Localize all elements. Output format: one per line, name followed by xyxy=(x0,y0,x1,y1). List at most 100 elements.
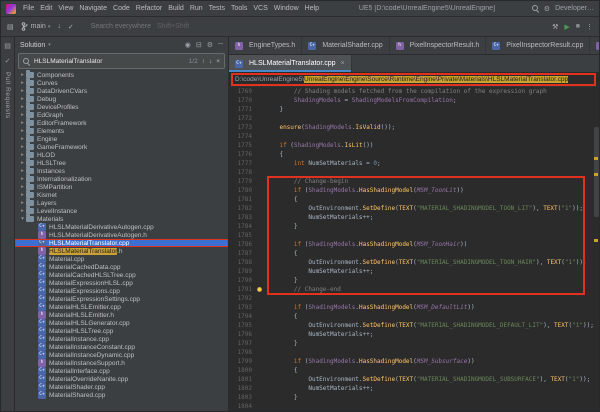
tab-hlslmaterialtranslator-cpp[interactable]: C+ HLSLMaterialTranslator.cpp × xyxy=(229,55,352,72)
editor-scrollbar[interactable] xyxy=(594,127,599,217)
tree-item-internationalization[interactable]: ▸Internationalization xyxy=(15,175,228,183)
menu-window[interactable]: Window xyxy=(271,5,302,12)
code-editor[interactable]: 1769 // Shading models fetched from the … xyxy=(229,87,599,412)
menu-help[interactable]: Help xyxy=(302,5,322,12)
chevron-right-icon[interactable]: ▸ xyxy=(19,128,26,134)
chevron-right-icon[interactable]: ▸ xyxy=(19,168,26,174)
hide-panel-icon[interactable]: ─ xyxy=(218,41,223,49)
chevron-down-icon[interactable]: ▾ xyxy=(19,216,26,222)
tree-item-gameframework[interactable]: ▸GameFramework xyxy=(15,143,228,151)
tree-item-materialshader.cpp[interactable]: C+MaterialShader.cpp xyxy=(15,383,228,391)
tree-item-materialcachedhlsltree.cpp[interactable]: C+MaterialCachedHLSLTree.cpp xyxy=(15,271,228,279)
tree-item-material.cpp[interactable]: C+Material.cpp xyxy=(15,255,228,263)
menu-navigate[interactable]: Navigate xyxy=(76,5,110,12)
commit-icon[interactable]: ✓ xyxy=(68,23,74,31)
tree-item-materialexpressionhlsl.cpp[interactable]: C+MaterialExpressionHLSL.cpp xyxy=(15,279,228,287)
tree-item-edgraph[interactable]: ▸EdGraph xyxy=(15,111,228,119)
explorer-search-input[interactable]: HLSLMaterialTranslator xyxy=(34,58,185,65)
tree-item-materialhlslemitter.cpp[interactable]: C+MaterialHLSLEmitter.cpp xyxy=(15,303,228,311)
menu-build[interactable]: Build xyxy=(165,5,187,12)
solution-explorer-icon[interactable]: ▤ xyxy=(4,42,11,50)
tree-item-hlod[interactable]: ▸HLOD xyxy=(15,151,228,159)
tree-item-materialinstancedynamic.cpp[interactable]: C+MaterialInstanceDynamic.cpp xyxy=(15,351,228,359)
stripe-mark[interactable] xyxy=(594,239,598,242)
tree-item-materialcacheddata.cpp[interactable]: C+MaterialCachedData.cpp xyxy=(15,263,228,271)
tree-item-kismet[interactable]: ▸Kismet xyxy=(15,191,228,199)
tree-item-datadrivencvars[interactable]: ▸DataDrivenCVars xyxy=(15,87,228,95)
tree-item-materialhlslgenerator.cpp[interactable]: C+MaterialHLSLGenerator.cpp xyxy=(15,319,228,327)
more-icon[interactable]: ⋮ xyxy=(586,23,593,31)
breadcrumb[interactable]: D:\code\UnrealEngine5\UnrealEngine\Engin… xyxy=(229,73,599,87)
menu-tools[interactable]: Tools xyxy=(228,5,250,12)
settings-icon[interactable]: ⚙ xyxy=(207,41,213,49)
pull-requests-tool-button[interactable]: Pull Requests xyxy=(4,72,11,119)
tree-item-debug[interactable]: ▸Debug xyxy=(15,95,228,103)
stop-icon[interactable]: ■ xyxy=(576,23,580,30)
chevron-right-icon[interactable]: ▸ xyxy=(19,136,26,142)
tree-item-hlslmaterialderivativeautogen.h[interactable]: hHLSLMaterialDerivativeAutogen.h xyxy=(15,231,228,239)
next-match-icon[interactable]: ↓ xyxy=(209,58,212,65)
tree-item-hlslmaterialderivativeautogen.cpp[interactable]: C+HLSLMaterialDerivativeAutogen.cpp xyxy=(15,223,228,231)
tree-item-hlslmaterialtranslator.h[interactable]: hHLSLMaterialTranslator.h xyxy=(15,247,228,255)
tree-item-curves[interactable]: ▸Curves xyxy=(15,79,228,87)
tree-item-materialshared.cpp[interactable]: C+MaterialShared.cpp xyxy=(15,391,228,399)
chevron-right-icon[interactable]: ▸ xyxy=(19,184,26,190)
tree-item-materialinstanceconstant.cpp[interactable]: C+MaterialInstanceConstant.cpp xyxy=(15,343,228,351)
chevron-right-icon[interactable]: ▸ xyxy=(19,152,26,158)
chevron-right-icon[interactable]: ▸ xyxy=(19,144,26,150)
tab-pixelinspectorresult.h[interactable]: hPixelInspectorResult.h xyxy=(390,37,487,54)
tree-item-materialhlsltree.cpp[interactable]: C+MaterialHLSLTree.cpp xyxy=(15,327,228,335)
tree-item-materialoverridenanite.cpp[interactable]: C+MaterialOverrideNanite.cpp xyxy=(15,375,228,383)
chevron-right-icon[interactable]: ▸ xyxy=(19,208,26,214)
tab-pixelinspectorresult.cpp[interactable]: C+PixelInspectorResult.cpp xyxy=(486,37,590,54)
tree-item-ismpartition[interactable]: ▸ISMPartition xyxy=(15,183,228,191)
chevron-right-icon[interactable]: ▸ xyxy=(19,176,26,182)
tree-item-materialinstancesupport.h[interactable]: hMaterialInstanceSupport.h xyxy=(15,359,228,367)
git-branch-widget[interactable]: main ▾ xyxy=(21,22,51,31)
close-search-icon[interactable]: × xyxy=(216,58,220,65)
locate-file-icon[interactable]: ◉ xyxy=(185,41,191,49)
tree-item-engine[interactable]: ▸Engine xyxy=(15,135,228,143)
chevron-right-icon[interactable]: ▸ xyxy=(19,200,26,206)
tree-item-materials[interactable]: ▾Materials xyxy=(15,215,228,223)
intention-bulb-icon[interactable] xyxy=(257,287,262,292)
tree-item-materialinterface.cpp[interactable]: C+MaterialInterface.cpp xyxy=(15,367,228,375)
chevron-right-icon[interactable]: ▸ xyxy=(19,192,26,198)
stripe-mark[interactable] xyxy=(594,157,598,160)
tab-materialshader.cpp[interactable]: C+MaterialShader.cpp xyxy=(302,37,389,54)
build-hammer-icon[interactable]: ⚒ xyxy=(552,23,558,31)
tree-item-hlsltree[interactable]: ▸HLSLTree xyxy=(15,159,228,167)
project-icon[interactable]: ▤ xyxy=(7,23,14,31)
close-tab-icon[interactable]: × xyxy=(341,60,345,67)
tree-item-materialexpressions.cpp[interactable]: C+MaterialExpressions.cpp xyxy=(15,287,228,295)
tree-item-hlslmaterialtranslator.cpp[interactable]: C+HLSLMaterialTranslator.cpp xyxy=(15,239,228,247)
tab-shadermaterial.h[interactable]: hShaderMaterial.h xyxy=(590,37,599,54)
update-project-icon[interactable]: ↓ xyxy=(57,23,61,30)
tree-item-levelinstance[interactable]: ▸LevelInstance xyxy=(15,207,228,215)
menu-tests[interactable]: Tests xyxy=(206,5,228,12)
menu-view[interactable]: View xyxy=(55,5,76,12)
search-icon[interactable] xyxy=(532,5,539,12)
tree-item-layers[interactable]: ▸Layers xyxy=(15,199,228,207)
menu-code[interactable]: Code xyxy=(110,5,133,12)
solution-view-selector[interactable]: Solution xyxy=(20,42,45,49)
settings-gear-icon[interactable]: ⚙ xyxy=(544,5,550,13)
chevron-right-icon[interactable]: ▸ xyxy=(19,80,26,86)
stripe-mark[interactable] xyxy=(594,173,598,176)
chevron-right-icon[interactable]: ▸ xyxy=(19,160,26,166)
search-everywhere-hint[interactable]: Search everywhere Shift+Shift xyxy=(91,23,189,30)
tree-item-materialinstance.cpp[interactable]: C+MaterialInstance.cpp xyxy=(15,335,228,343)
chevron-right-icon[interactable]: ▸ xyxy=(19,120,26,126)
tree-item-editorframework[interactable]: ▸EditorFramework xyxy=(15,119,228,127)
menu-refactor[interactable]: Refactor xyxy=(133,5,165,12)
tab-enginetypes.h[interactable]: hEngineTypes.h xyxy=(229,37,302,54)
chevron-right-icon[interactable]: ▸ xyxy=(19,72,26,78)
chevron-right-icon[interactable]: ▸ xyxy=(19,112,26,118)
tree-item-components[interactable]: ▸Components xyxy=(15,71,228,79)
commit-tool-icon[interactable]: ✓ xyxy=(5,57,11,65)
chevron-right-icon[interactable]: ▸ xyxy=(19,96,26,102)
tree-item-materialexpressionsettings.cpp[interactable]: C+MaterialExpressionSettings.cpp xyxy=(15,295,228,303)
menu-edit[interactable]: Edit xyxy=(37,5,55,12)
menu-file[interactable]: File xyxy=(20,5,37,12)
chevron-right-icon[interactable]: ▸ xyxy=(19,88,26,94)
